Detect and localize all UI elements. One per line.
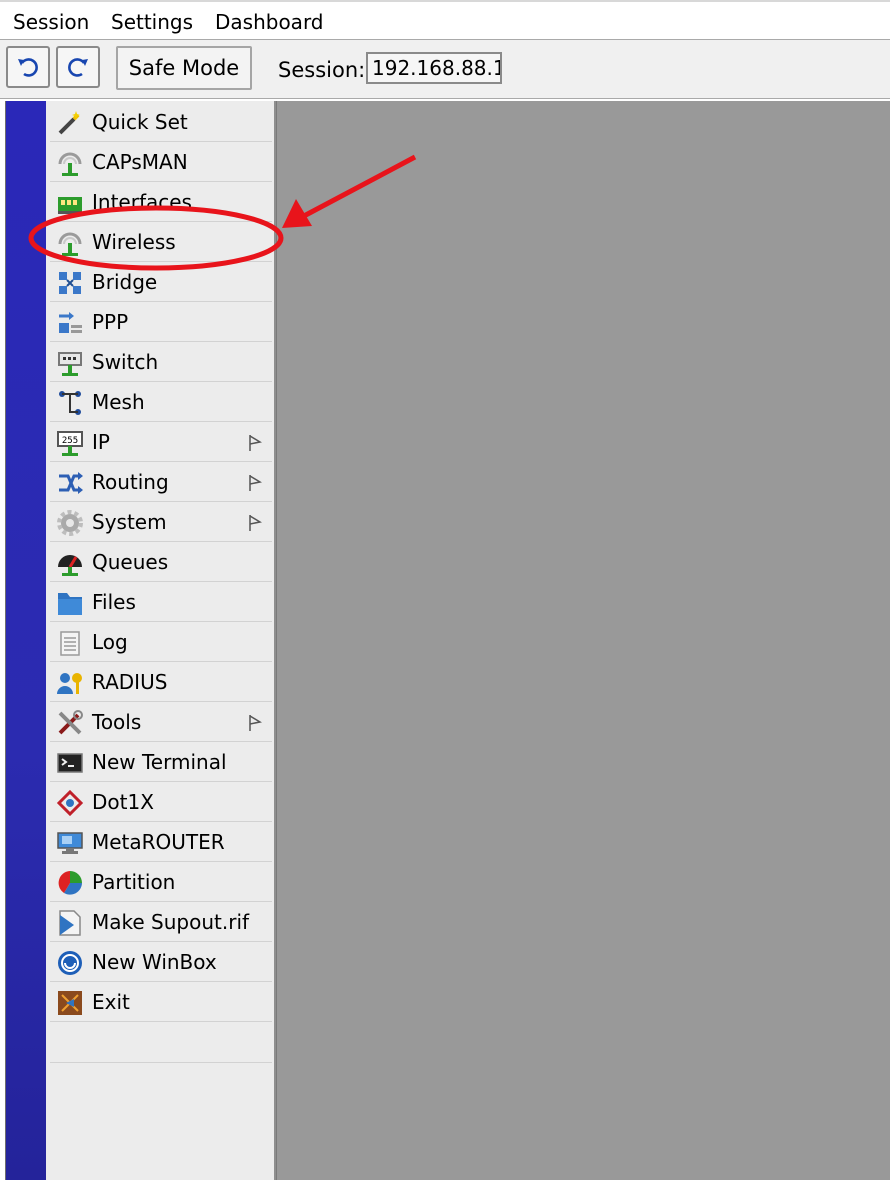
menu-item-label: Quick Set xyxy=(92,110,188,134)
menu-item-label: RADIUS xyxy=(92,670,168,694)
routing-icon xyxy=(56,469,84,497)
safe-mode-button[interactable]: Safe Mode xyxy=(116,46,252,90)
menu-item-label: New WinBox xyxy=(92,950,217,974)
network-card-icon xyxy=(56,189,84,217)
menu-item-interfaces[interactable]: Interfaces xyxy=(50,182,272,222)
mesh-icon xyxy=(56,389,84,417)
switch-icon xyxy=(56,349,84,377)
redo-icon xyxy=(68,58,88,77)
dot1x-icon xyxy=(56,789,84,817)
menu-item-mesh[interactable]: Mesh xyxy=(50,382,272,422)
menu-item-label: Exit xyxy=(92,990,130,1014)
undo-icon xyxy=(18,58,38,77)
wand-icon xyxy=(56,109,84,137)
menu-session[interactable]: Session xyxy=(11,10,91,34)
menu-item-switch[interactable]: Switch xyxy=(50,342,272,382)
menu-item-label: MetaROUTER xyxy=(92,830,225,854)
folder-icon xyxy=(56,589,84,617)
session-field[interactable]: 192.168.88.1 xyxy=(366,52,502,84)
document-icon xyxy=(56,909,84,937)
menu-item-label: System xyxy=(92,510,167,534)
submenu-arrow-icon xyxy=(248,513,263,531)
undo-button[interactable] xyxy=(6,46,50,88)
menu-item-label: Routing xyxy=(92,470,169,494)
workspace-area xyxy=(276,101,890,1180)
winbox-icon xyxy=(56,949,84,977)
menu-item-label: Bridge xyxy=(92,270,158,294)
menu-settings[interactable]: Settings xyxy=(109,10,195,34)
menu-item-quick-set[interactable]: Quick Set xyxy=(50,102,272,142)
redo-button[interactable] xyxy=(56,46,100,88)
menu-item-wireless[interactable]: Wireless xyxy=(50,222,272,262)
menu-item-radius[interactable]: RADIUS xyxy=(50,662,272,702)
menu-item-new-terminal[interactable]: New Terminal xyxy=(50,742,272,782)
antenna-icon xyxy=(56,229,84,257)
menu-item-label: Tools xyxy=(92,710,142,734)
sidebar-rail xyxy=(5,101,47,1180)
menu-item-metarouter[interactable]: MetaROUTER xyxy=(50,822,272,862)
submenu-arrow-icon xyxy=(248,433,263,451)
menu-item-make-supout-rif[interactable]: Make Supout.rif xyxy=(50,902,272,942)
gauge-icon xyxy=(56,549,84,577)
menu-item-files[interactable]: Files xyxy=(50,582,272,622)
menu-item-label: CAPsMAN xyxy=(92,150,188,174)
bridge-icon xyxy=(56,269,84,297)
notepad-icon xyxy=(56,629,84,657)
menu-item-tools[interactable]: Tools xyxy=(50,702,272,742)
menu-item-ip[interactable]: 255 IP xyxy=(50,422,272,462)
menu-item-label: New Terminal xyxy=(92,750,227,774)
main-menu: Quick Set CAPsMAN Interfaces Wireless Bridge… xyxy=(46,101,276,1180)
submenu-arrow-icon xyxy=(248,713,263,731)
terminal-icon xyxy=(56,749,84,777)
menu-item-partition[interactable]: Partition xyxy=(50,862,272,902)
tools-icon xyxy=(56,709,84,737)
menu-item-capsman[interactable]: CAPsMAN xyxy=(50,142,272,182)
menu-item-label: IP xyxy=(92,430,110,454)
menu-item-new-winbox[interactable]: New WinBox xyxy=(50,942,272,982)
menu-item-bridge[interactable]: Bridge xyxy=(50,262,272,302)
menu-item-ppp[interactable]: PPP xyxy=(50,302,272,342)
menu-dashboard[interactable]: Dashboard xyxy=(213,10,326,34)
menu-item-label: Dot1X xyxy=(92,790,154,814)
menu-item-label: Wireless xyxy=(92,230,176,254)
menu-item-label: Partition xyxy=(92,870,176,894)
svg-text:255: 255 xyxy=(62,436,78,446)
monitor-icon xyxy=(56,829,84,857)
menu-item-log[interactable]: Log xyxy=(50,622,272,662)
gear-icon xyxy=(56,509,84,537)
exit-icon xyxy=(56,989,84,1017)
ip-icon: 255 xyxy=(56,429,84,457)
menubar: Session Settings Dashboard xyxy=(0,0,890,40)
user-key-icon xyxy=(56,669,84,697)
menu-item-label: Files xyxy=(92,590,136,614)
menu-item-exit[interactable]: Exit xyxy=(50,982,272,1022)
menu-item-label: Mesh xyxy=(92,390,145,414)
menu-divider xyxy=(50,1062,272,1063)
toolbar: Safe Mode Session: 192.168.88.1 xyxy=(0,40,890,99)
pie-icon xyxy=(56,869,84,897)
menu-item-system[interactable]: System xyxy=(50,502,272,542)
menu-item-label: Switch xyxy=(92,350,159,374)
menu-item-label: Log xyxy=(92,630,128,654)
antenna-icon xyxy=(56,149,84,177)
menu-item-routing[interactable]: Routing xyxy=(50,462,272,502)
menu-item-label: Make Supout.rif xyxy=(92,910,250,934)
ppp-icon xyxy=(56,309,84,337)
submenu-arrow-icon xyxy=(248,473,263,491)
session-label: Session: xyxy=(278,58,366,82)
menu-item-label: Queues xyxy=(92,550,169,574)
menu-item-label: PPP xyxy=(92,310,129,334)
menu-item-queues[interactable]: Queues xyxy=(50,542,272,582)
menu-item-label: Interfaces xyxy=(92,190,192,214)
menu-item-dot1x[interactable]: Dot1X xyxy=(50,782,272,822)
